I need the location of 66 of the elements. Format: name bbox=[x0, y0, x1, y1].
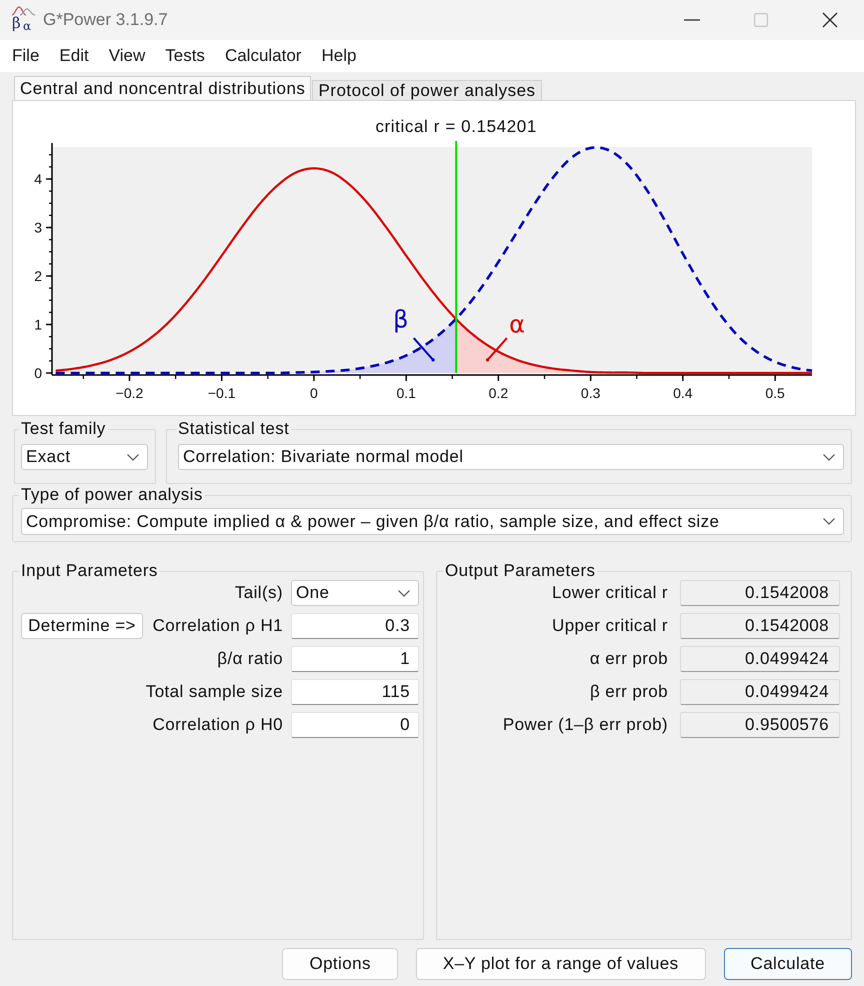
number-field[interactable]: 0.3 bbox=[291, 613, 419, 639]
tick-label: −0.2 bbox=[116, 385, 144, 401]
tick-label: 0.5 bbox=[765, 385, 785, 401]
output-field[interactable]: 0.1542008 bbox=[680, 580, 840, 606]
window-title: G*Power 3.1.9.7 bbox=[43, 10, 168, 30]
tick-label: 0.4 bbox=[673, 385, 693, 401]
determine-button[interactable]: Determine => bbox=[21, 613, 143, 639]
menu-item[interactable]: File bbox=[2, 43, 50, 69]
parameter-label: β/α ratio bbox=[217, 649, 283, 669]
parameter-label: Tail(s) bbox=[234, 583, 283, 603]
leader-line bbox=[412, 337, 435, 362]
distribution-label: β bbox=[393, 306, 408, 334]
leader-line bbox=[486, 337, 508, 362]
chevron-down-icon bbox=[823, 454, 835, 460]
group-title: Output Parameters bbox=[444, 562, 596, 580]
number-field[interactable]: 0 bbox=[291, 712, 419, 738]
parameter-label: Upper critical r bbox=[552, 616, 668, 636]
tab[interactable]: Protocol of power analyses bbox=[312, 80, 542, 100]
plot-button[interactable]: X–Y plot for a range of values bbox=[416, 948, 706, 980]
calculate-button[interactable]: Calculate bbox=[724, 948, 852, 980]
chevron-down-icon bbox=[398, 590, 410, 596]
parameter-label: Total sample size bbox=[146, 682, 283, 702]
tick-label: 4 bbox=[34, 171, 42, 187]
output-field[interactable]: 0.0499424 bbox=[680, 679, 840, 705]
menu-item[interactable]: View bbox=[98, 43, 156, 69]
chevron-down-icon bbox=[823, 518, 835, 525]
tab[interactable]: Central and noncentral distributions bbox=[14, 76, 312, 100]
chevron-down-icon bbox=[127, 454, 139, 460]
tick-label: 0.2 bbox=[488, 385, 508, 401]
menu-item[interactable]: Help bbox=[311, 43, 366, 69]
parameter-label: Lower critical r bbox=[552, 583, 668, 603]
distribution-label: α bbox=[509, 310, 525, 338]
group-title: Test family bbox=[20, 420, 107, 438]
output-field[interactable]: 0.0499424 bbox=[680, 646, 840, 672]
parameter-label: Correlation ρ H0 bbox=[152, 715, 283, 735]
tick-label: 2 bbox=[34, 268, 42, 284]
parameter-label: β err prob bbox=[590, 682, 668, 702]
tick-label: 1 bbox=[34, 316, 42, 332]
tick-label: 0.1 bbox=[396, 385, 416, 401]
dropdown[interactable]: Correlation: Bivariate normal model bbox=[178, 444, 844, 470]
parameter-label: Correlation ρ H1 bbox=[152, 616, 283, 636]
tick-label: 0 bbox=[34, 365, 42, 381]
dropdown[interactable]: One bbox=[291, 580, 419, 606]
menu-item[interactable]: Calculator bbox=[214, 43, 312, 69]
tick-label: 0 bbox=[310, 385, 318, 401]
tick-label: 0.3 bbox=[580, 385, 600, 401]
parameter-label: Power (1–β err prob) bbox=[502, 715, 668, 735]
number-field[interactable]: 115 bbox=[291, 679, 419, 705]
group-title: Type of power analysis bbox=[20, 486, 204, 504]
maximize-icon bbox=[754, 13, 768, 27]
tick-label: −0.1 bbox=[208, 385, 236, 401]
output-field[interactable]: 0.1542008 bbox=[680, 613, 840, 639]
menu-item[interactable]: Edit bbox=[49, 43, 99, 69]
parameter-label: α err prob bbox=[590, 649, 668, 669]
dropdown[interactable]: Exact bbox=[21, 444, 148, 470]
group-title: Input Parameters bbox=[20, 562, 159, 580]
menu-item[interactable]: Tests bbox=[155, 43, 215, 69]
close-icon bbox=[822, 12, 838, 28]
tick-label: 3 bbox=[34, 220, 42, 236]
group-title: Statistical test bbox=[177, 420, 290, 438]
dropdown[interactable]: Compromise: Compute implied α & power – given β/α ratio, sample size, and effect size bbox=[21, 508, 844, 535]
chart-title: critical r = 0.154201 bbox=[375, 117, 537, 136]
options-button[interactable]: Options bbox=[282, 948, 398, 980]
number-field[interactable]: 1 bbox=[291, 646, 419, 672]
minimize-icon bbox=[684, 19, 700, 21]
output-field[interactable]: 0.9500576 bbox=[680, 712, 840, 738]
